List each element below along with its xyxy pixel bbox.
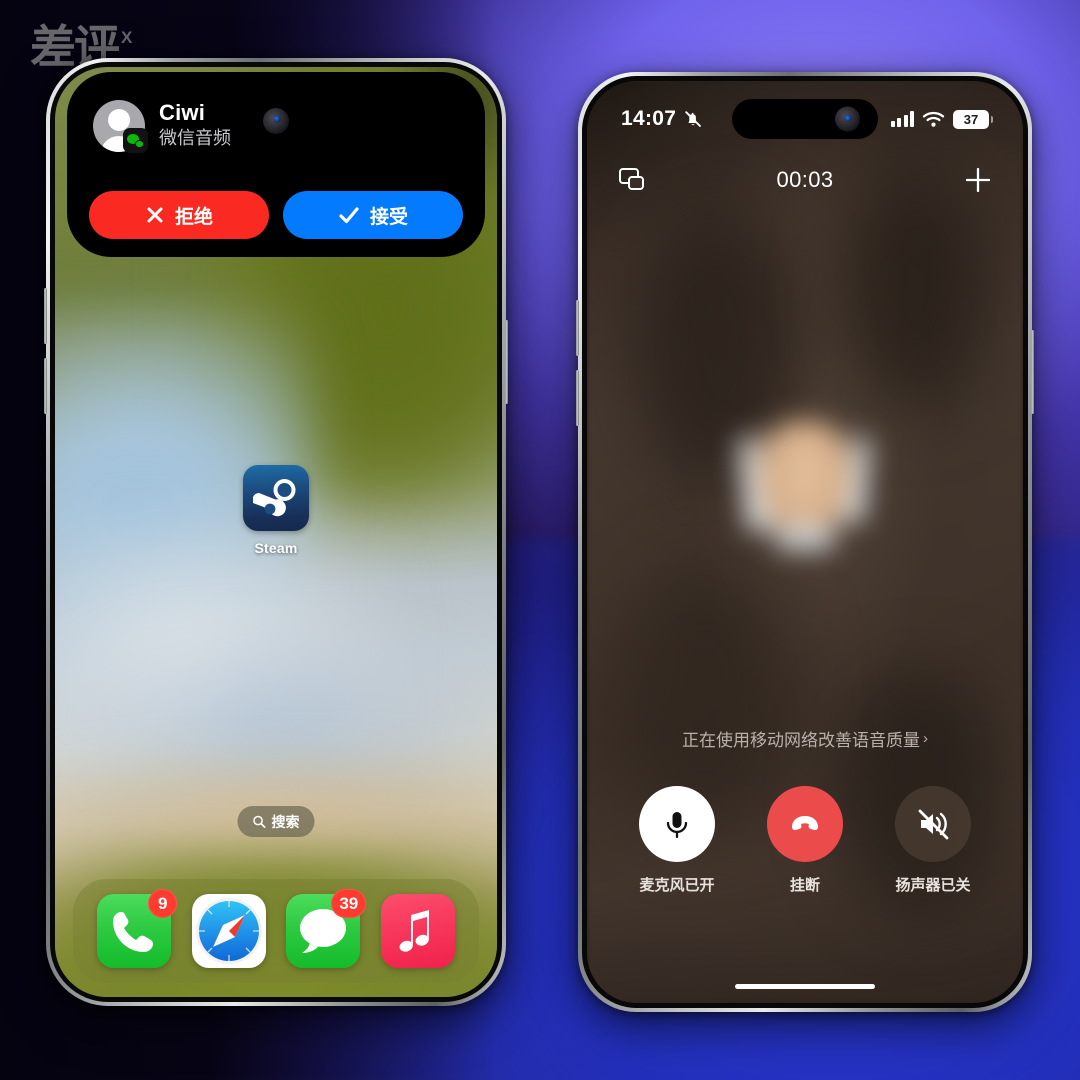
speaker-mute-icon [918, 809, 949, 840]
reject-call-label: 拒绝 [174, 206, 213, 228]
picture-in-picture-icon[interactable] [617, 165, 647, 195]
cellular-bars-icon [890, 111, 914, 127]
battery-percentage: 37 [963, 111, 979, 127]
speaker-button[interactable] [895, 786, 971, 862]
dock-item-phone[interactable]: 9 [97, 889, 178, 968]
left-phone-power-button[interactable] [505, 320, 508, 404]
app-item-steam[interactable]: Steam [243, 465, 309, 556]
watermark-mark-icon: X [121, 28, 133, 47]
plus-icon[interactable] [963, 165, 993, 195]
call-action-buttons: 拒绝 接受 [89, 191, 463, 239]
steam-icon[interactable] [243, 465, 309, 531]
status-bar: 14:07 37 [587, 97, 1023, 141]
home-screen-dock: 9 39 [73, 879, 479, 983]
incoming-call-banner[interactable]: Ciwi 微信音频 拒绝 接受 [67, 72, 485, 257]
music-note-icon[interactable] [380, 894, 455, 968]
x-icon [147, 207, 163, 223]
microphone-icon [666, 812, 688, 839]
safari-compass-glyph [195, 898, 262, 964]
speaker-label: 扬声器已关 [895, 877, 971, 894]
dock-item-messages[interactable]: 39 [286, 889, 367, 968]
right-phone-volume-down-button[interactable] [576, 370, 579, 426]
bell-slash-icon [685, 111, 702, 127]
wifi-icon [922, 111, 945, 127]
call-duration-timer: 00:03 [776, 167, 834, 192]
speaker-toggle[interactable]: 扬声器已关 [895, 786, 971, 895]
microphone-label: 麦克风已开 [639, 877, 715, 894]
status-bar-left: 14:07 [621, 107, 703, 131]
caller-text-block: Ciwi 微信音频 [159, 101, 231, 150]
left-phone-volume-up-button[interactable] [44, 288, 47, 344]
left-phone-screen: Ciwi 微信音频 拒绝 接受 Steam 搜索 9 39 [55, 67, 497, 997]
hangup-control[interactable]: 挂断 [767, 786, 843, 895]
music-note-glyph [399, 910, 429, 952]
remote-participant-avatar [730, 397, 880, 567]
steam-glyph [253, 479, 296, 517]
right-phone-volume-up-button[interactable] [576, 300, 579, 356]
accept-call-label: 接受 [369, 206, 408, 228]
home-screen-app-grid: Steam [55, 465, 497, 556]
battery-icon: 37 [953, 109, 993, 129]
reject-call-button[interactable]: 拒绝 [89, 191, 269, 239]
call-bg-blob-b [839, 173, 989, 413]
call-controls: 麦克风已开 挂断 扬声器已关 [587, 786, 1023, 895]
microphone-button[interactable] [639, 786, 715, 862]
badge-messages: 39 [331, 889, 367, 918]
checkmark-icon [339, 207, 359, 224]
chevron-right-icon: › [923, 730, 928, 747]
call-type-label: 微信音频 [159, 128, 231, 149]
hangup-label: 挂断 [789, 877, 820, 894]
front-camera-lens-icon [263, 108, 289, 134]
caller-name: Ciwi [159, 100, 206, 126]
right-phone-screen: 14:07 37 00:03 正在使用移动网络改善语音质量 › 麦克风已开 挂断… [587, 81, 1023, 1003]
voice-call-screen: 14:07 37 00:03 正在使用移动网络改善语音质量 › 麦克风已开 挂断… [587, 81, 1023, 1003]
network-quality-hint[interactable]: 正在使用移动网络改善语音质量 › [587, 726, 1023, 751]
home-search-label: 搜索 [271, 813, 300, 830]
dock-item-music[interactable] [380, 894, 455, 968]
app-label-steam: Steam [254, 540, 298, 556]
dock-item-safari[interactable] [191, 894, 266, 968]
wechat-icon [123, 128, 148, 153]
left-phone-volume-down-button[interactable] [44, 358, 47, 414]
microphone-toggle[interactable]: 麦克风已开 [639, 786, 715, 895]
left-phone-device: Ciwi 微信音频 拒绝 接受 Steam 搜索 9 39 [44, 58, 508, 1006]
phone-hangup-icon [792, 816, 818, 831]
home-search-button[interactable]: 搜索 [237, 806, 315, 837]
hangup-button[interactable] [767, 786, 843, 862]
avatar-neck [774, 525, 836, 551]
search-icon [253, 815, 266, 828]
status-bar-right: 37 [890, 109, 993, 129]
network-quality-hint-text: 正在使用移动网络改善语音质量 [682, 731, 920, 750]
right-phone-device: 14:07 37 00:03 正在使用移动网络改善语音质量 › 麦克风已开 挂断… [576, 72, 1034, 1012]
call-top-bar: 00:03 [587, 157, 1023, 203]
right-phone-power-button[interactable] [1031, 330, 1034, 414]
wechat-bubble-small [135, 140, 144, 148]
safari-compass-icon[interactable] [191, 894, 266, 968]
accept-call-button[interactable]: 接受 [283, 191, 463, 239]
status-time: 14:07 [621, 107, 677, 130]
home-indicator[interactable] [735, 984, 875, 989]
caller-avatar-wrap [93, 100, 148, 153]
wechat-bubbles-glyph [127, 133, 144, 148]
badge-phone: 9 [148, 889, 178, 918]
